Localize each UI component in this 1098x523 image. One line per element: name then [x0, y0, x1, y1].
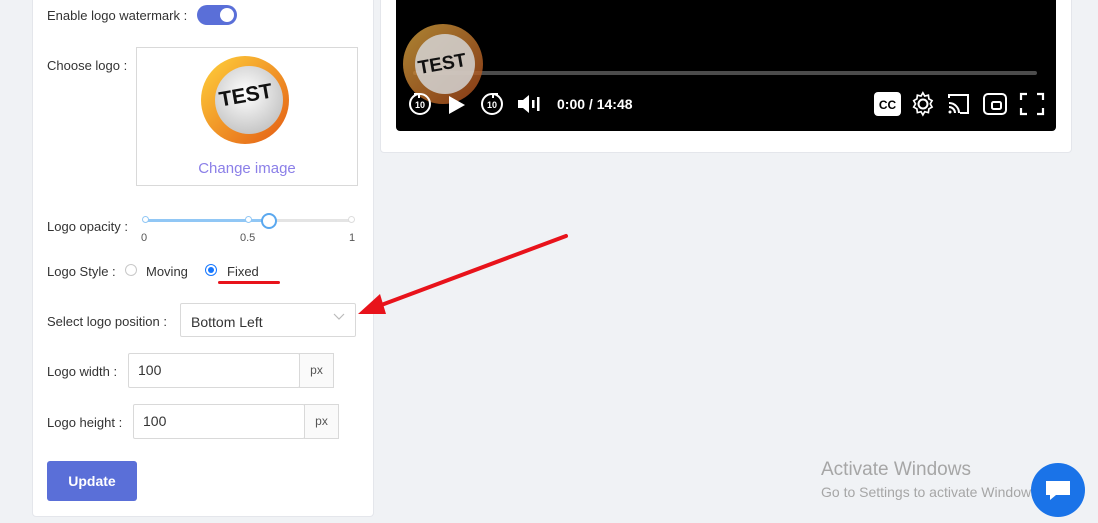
opacity-tick-0: 0	[141, 232, 148, 244]
width-unit: px	[299, 353, 334, 388]
toggle-knob	[220, 8, 234, 22]
replay-10-label: 10	[415, 100, 425, 110]
fullscreen-icon[interactable]	[1019, 92, 1045, 121]
width-label: Logo width :	[47, 364, 118, 379]
slider-stop-0	[142, 216, 149, 223]
slider-stop-1	[348, 216, 355, 223]
progress-bar[interactable]	[413, 71, 1037, 75]
opacity-tick-05: 0.5	[240, 232, 256, 244]
activate-windows-subtitle: Go to Settings to activate Windows.	[821, 484, 1042, 500]
activate-windows-title: Activate Windows	[821, 459, 971, 480]
slider-handle[interactable]	[261, 213, 277, 229]
position-label: Select logo position :	[47, 314, 167, 329]
position-value: Bottom Left	[191, 314, 263, 330]
height-label: Logo height :	[47, 415, 123, 430]
cast-icon[interactable]	[946, 92, 971, 121]
annotation-underline	[218, 281, 280, 284]
replay-10-icon[interactable]: 10	[407, 91, 433, 122]
logo-width-input[interactable]: 100	[128, 353, 300, 388]
opacity-label: Logo opacity :	[47, 219, 128, 234]
cc-label: CC	[879, 98, 897, 112]
slider-stop-05	[245, 216, 252, 223]
logo-upload-box[interactable]: TEST Change image	[136, 47, 358, 186]
duration: 14:48	[596, 96, 633, 112]
pip-icon[interactable]	[982, 92, 1008, 121]
cc-icon[interactable]: CC	[874, 92, 901, 121]
chat-icon	[1046, 481, 1070, 500]
height-unit: px	[304, 404, 339, 439]
time-display: 0:00 / 14:48	[557, 96, 633, 112]
watermark-toggle[interactable]	[197, 5, 237, 25]
settings-icon[interactable]	[910, 91, 936, 122]
volume-icon[interactable]	[516, 93, 542, 120]
chat-button[interactable]	[1031, 463, 1085, 517]
radio-fixed[interactable]	[205, 264, 217, 276]
position-select[interactable]: Bottom Left	[180, 303, 356, 337]
update-button[interactable]: Update	[47, 461, 137, 501]
change-image-link[interactable]: Change image	[137, 160, 357, 177]
watermark-label: Enable logo watermark :	[47, 8, 188, 23]
radio-moving-label[interactable]: Moving	[146, 264, 188, 279]
forward-10-label: 10	[487, 100, 497, 110]
annotation-arrow	[358, 234, 568, 314]
logo-height-input[interactable]: 100	[133, 404, 305, 439]
forward-10-icon[interactable]: 10	[479, 91, 505, 122]
play-icon[interactable]	[445, 94, 467, 121]
radio-moving[interactable]	[125, 264, 137, 276]
opacity-slider[interactable]	[142, 213, 355, 229]
current-time: 0:00	[557, 96, 586, 112]
radio-fixed-label[interactable]: Fixed	[227, 264, 259, 279]
choose-logo-label: Choose logo :	[47, 58, 128, 73]
chevron-down-icon	[333, 310, 345, 325]
time-separator: /	[588, 96, 593, 112]
style-label: Logo Style :	[47, 264, 116, 279]
